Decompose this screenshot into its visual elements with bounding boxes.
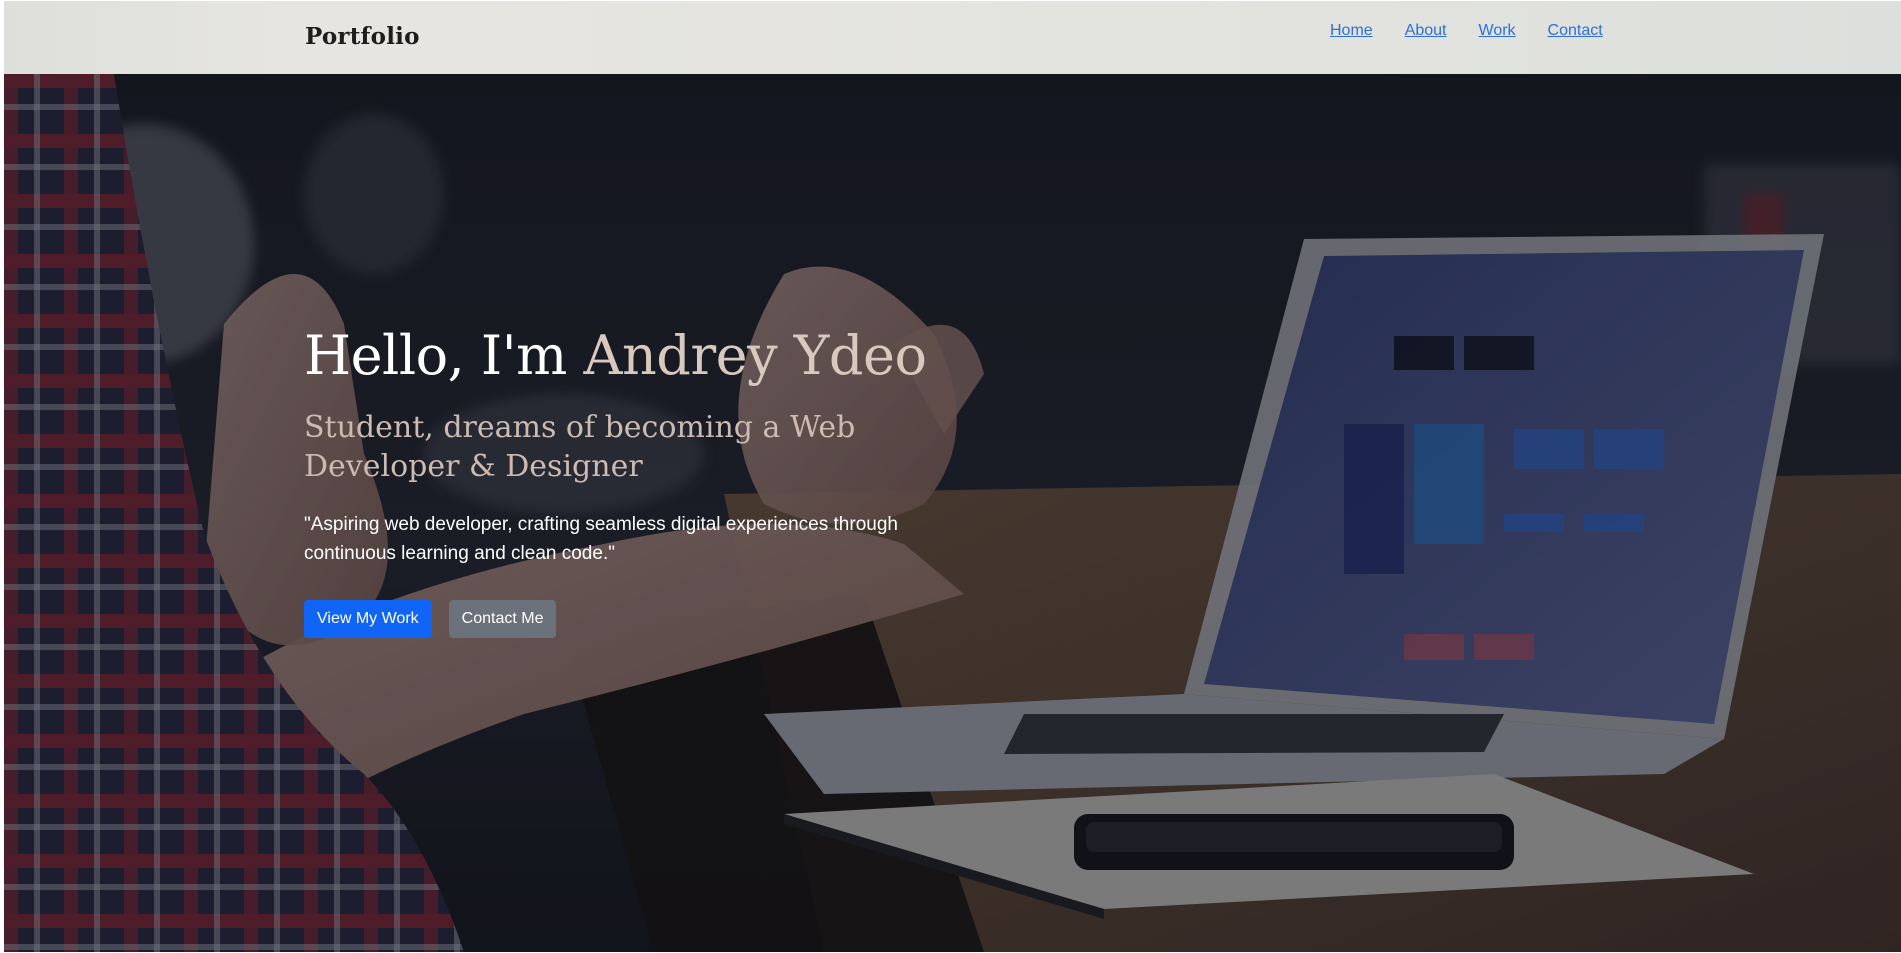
hero-title: Hello, I'm Andrey Ydeo bbox=[304, 324, 1024, 388]
brand-logo[interactable]: Portfolio bbox=[305, 23, 420, 50]
nav-link-about[interactable]: About bbox=[1405, 22, 1447, 40]
hero-buttons: View My Work Contact Me bbox=[304, 600, 1024, 638]
contact-me-button[interactable]: Contact Me bbox=[448, 600, 557, 638]
nav-link-work[interactable]: Work bbox=[1479, 22, 1516, 40]
hero-greeting: Hello, I'm bbox=[304, 324, 567, 387]
hero-subtitle: Student, dreams of becoming a Web Develo… bbox=[304, 410, 856, 484]
navbar: Portfolio Home About Work Contact bbox=[4, 1, 1901, 74]
hero-section: Hello, I'm Andrey Ydeo Student, dreams o… bbox=[4, 74, 1901, 952]
hero-quote: "Aspiring web developer, crafting seamle… bbox=[304, 514, 898, 564]
nav-links: Home About Work Contact bbox=[1330, 22, 1603, 40]
nav-link-home[interactable]: Home bbox=[1330, 22, 1373, 40]
view-my-work-button[interactable]: View My Work bbox=[304, 600, 432, 638]
hero-name: Andrey Ydeo bbox=[583, 324, 927, 387]
nav-link-contact[interactable]: Contact bbox=[1548, 22, 1603, 40]
portfolio-page: Portfolio Home About Work Contact Hello,… bbox=[0, 0, 1901, 953]
hero-content: Hello, I'm Andrey Ydeo Student, dreams o… bbox=[304, 324, 1024, 638]
